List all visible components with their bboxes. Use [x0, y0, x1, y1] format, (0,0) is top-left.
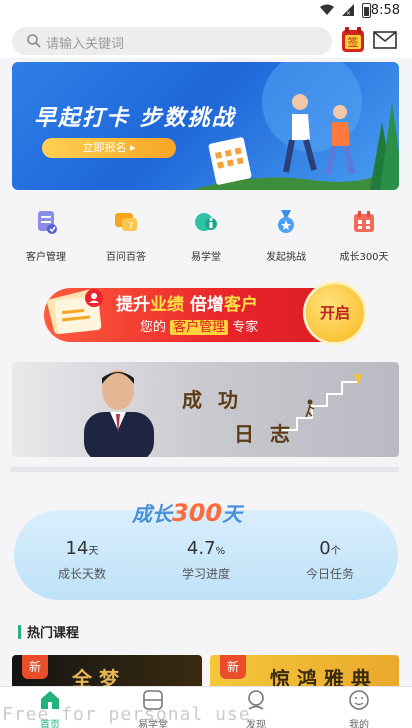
stat-value: 0 — [319, 538, 331, 559]
promo-headline: 提升业绩 倍增客户 — [116, 290, 258, 315]
svg-text:?: ? — [128, 221, 133, 232]
open-button[interactable]: 开启 — [306, 284, 364, 342]
stat-label: 学习进度 — [181, 567, 230, 581]
battery-icon — [362, 3, 371, 18]
sign-in-button[interactable]: 签 — [341, 27, 365, 53]
growth-title-number: 300 — [172, 499, 223, 527]
stat-label: 成长天数 — [57, 567, 106, 581]
qa-icon: ? — [115, 213, 137, 232]
nav-challenge[interactable]: 发起挑战 — [248, 208, 324, 263]
calendar-icon — [354, 211, 374, 232]
stat-value: 4.7 — [186, 538, 216, 559]
promo-headline-b: 业绩 — [150, 295, 184, 315]
nav-label: 百问百答 — [106, 252, 146, 263]
growth-title-b: 天 — [222, 502, 243, 526]
nav-label: 发起挑战 — [266, 252, 306, 263]
stat-label: 今日任务 — [305, 567, 354, 581]
promo-subline-c: 专家 — [228, 320, 259, 335]
stat-growth-days: 14天 成长天数 — [22, 538, 142, 582]
challenge-banner[interactable]: 早起打卡 步数挑战 立即报名 ▸ — [12, 62, 399, 190]
success-log-banner[interactable]: 成功 日志 — [12, 362, 399, 457]
status-time: 8:58 — [370, 3, 400, 18]
nav-label: 客户管理 — [26, 252, 66, 263]
heading-accent — [18, 625, 21, 639]
stat-unit: 个 — [330, 546, 341, 557]
promo-subline-a: 您的 — [140, 320, 171, 335]
stat-learning-progress: 4.7% 学习进度 — [146, 538, 266, 582]
stat-value: 14 — [65, 538, 89, 559]
promo-headline-c: 倍增 — [184, 295, 224, 315]
register-button[interactable]: 立即报名 ▸ — [42, 138, 176, 158]
school-icon — [195, 213, 217, 231]
success-word-1: 成功 — [182, 388, 254, 412]
growth-300-card[interactable]: 成长300天 14天 成长天数 4.7% 学习进度 0个 今日任务 — [14, 480, 398, 600]
tab-label: 我的 — [349, 720, 369, 728]
tab-profile[interactable]: 我的 — [319, 690, 399, 728]
section-divider — [10, 467, 399, 472]
svg-text:×: × — [346, 10, 351, 16]
new-badge: 新 — [220, 655, 246, 679]
nav-growth-300[interactable]: 成长300天 — [326, 208, 402, 263]
watermark-text: Free for personal use — [2, 704, 251, 725]
speaker-photo — [84, 370, 154, 457]
nav-label: 易学堂 — [191, 252, 221, 263]
search-placeholder: 请输入关键词 — [46, 37, 125, 52]
customer-management-promo[interactable]: 提升业绩 倍增客户 您的 客户管理 专家 开启 — [44, 282, 364, 346]
top-bar: 请输入关键词 签 — [0, 22, 412, 58]
nav-qa[interactable]: ? 百问百答 — [88, 208, 164, 263]
stat-unit: % — [215, 546, 226, 557]
promo-headline-d: 客户 — [223, 295, 258, 315]
stat-today-tasks: 0个 今日任务 — [270, 538, 390, 582]
nav-label: 成长300天 — [339, 252, 389, 263]
runners-illustration — [192, 62, 399, 190]
mail-icon[interactable] — [373, 31, 397, 49]
stat-unit: 天 — [88, 546, 99, 557]
search-input[interactable]: 请输入关键词 — [12, 27, 332, 55]
wifi-icon — [320, 4, 334, 15]
signal-icon: × — [342, 4, 354, 16]
growth-title: 成长300天 — [132, 498, 242, 527]
quick-nav: 客户管理 ? 百问百答 易学堂 发起挑战 成长300天 — [0, 200, 412, 272]
profile-icon — [349, 690, 369, 710]
status-bar: × 8:58 — [0, 0, 412, 22]
promo-subline-b: 客户管理 — [170, 320, 229, 335]
growth-title-a: 成长 — [132, 502, 172, 526]
medal-icon — [278, 210, 294, 233]
stairs-illustration — [282, 374, 362, 431]
nav-customer-management[interactable]: 客户管理 — [8, 208, 84, 263]
promo-headline-a: 提升 — [116, 295, 150, 315]
search-icon — [27, 34, 41, 48]
customer-icon — [38, 211, 57, 234]
section-title: 热门课程 — [27, 626, 80, 641]
new-badge: 新 — [22, 655, 48, 679]
business-card-icon — [47, 289, 103, 335]
sign-label: 签 — [348, 35, 359, 49]
promo-subline: 您的 客户管理 专家 — [140, 316, 258, 335]
nav-school[interactable]: 易学堂 — [168, 208, 244, 263]
